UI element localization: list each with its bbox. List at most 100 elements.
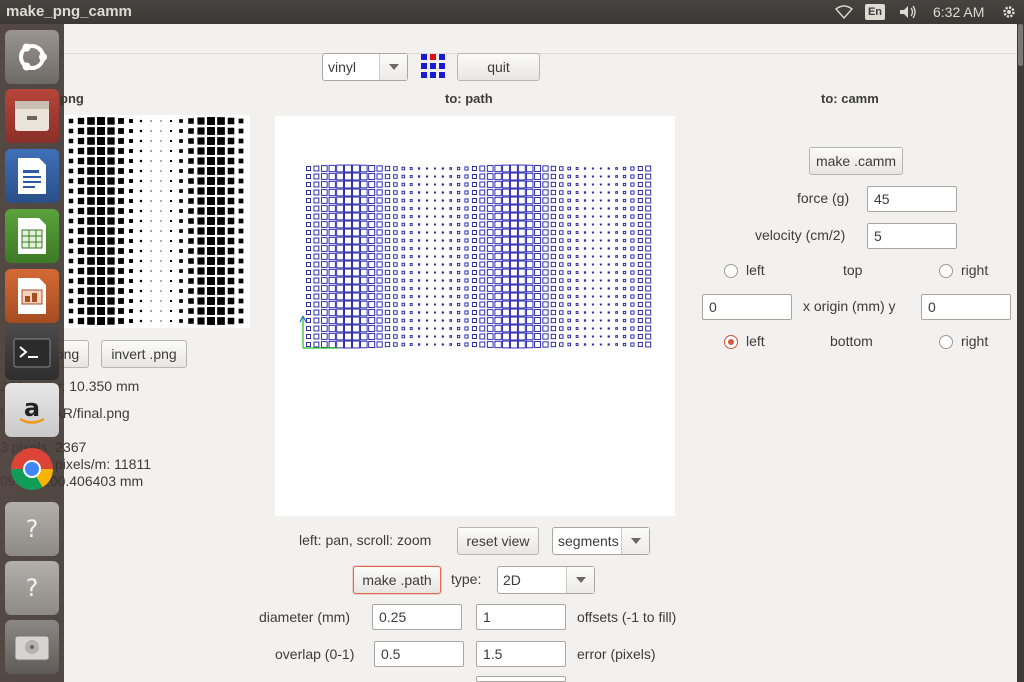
halftone-dot bbox=[179, 129, 183, 133]
halftone-dot bbox=[87, 147, 95, 155]
toolpath-segment bbox=[509, 340, 518, 349]
toolpath-segment bbox=[509, 324, 518, 333]
quit-button[interactable]: quit bbox=[457, 53, 540, 81]
origin-x-field[interactable]: 0 bbox=[702, 294, 792, 320]
toolpath-segment bbox=[409, 183, 413, 186]
toolpath-segment bbox=[486, 341, 494, 348]
help-icon[interactable]: ? bbox=[5, 502, 59, 556]
next-field[interactable] bbox=[476, 676, 566, 682]
wifi-icon[interactable] bbox=[833, 0, 855, 24]
toolpath-segment bbox=[393, 302, 398, 307]
invert-png-button[interactable]: invert .png bbox=[101, 340, 187, 368]
halftone-dot bbox=[169, 159, 173, 163]
calc-icon[interactable] bbox=[5, 209, 59, 263]
toolpath-segment bbox=[550, 205, 557, 212]
halftone-dot bbox=[188, 268, 194, 274]
origin-top-right-radio[interactable] bbox=[939, 264, 953, 278]
halftone-dot bbox=[87, 137, 95, 145]
volume-icon[interactable] bbox=[896, 0, 920, 24]
toolpath-segment bbox=[360, 212, 368, 221]
toolpath-segment bbox=[376, 165, 383, 172]
toolpath-segment bbox=[393, 190, 398, 195]
gear-icon[interactable] bbox=[1000, 0, 1018, 24]
amazon-icon[interactable]: a bbox=[5, 383, 59, 437]
toolpath-segment bbox=[417, 295, 421, 298]
halftone-dot bbox=[87, 267, 95, 275]
toolpath-segment bbox=[417, 287, 421, 290]
ubuntu-icon[interactable] bbox=[5, 30, 59, 84]
halftone-dot bbox=[107, 137, 115, 145]
path-view[interactable] bbox=[275, 116, 675, 516]
halftone-dot bbox=[139, 139, 143, 143]
halftone-dot bbox=[227, 227, 235, 235]
toolpath-segment bbox=[622, 182, 627, 187]
scrollbar-thumb[interactable] bbox=[1018, 24, 1023, 66]
velocity-field[interactable]: 5 bbox=[867, 223, 957, 249]
halftone-dot bbox=[227, 187, 235, 195]
toolpath-segment bbox=[321, 197, 328, 204]
toolpath-segment bbox=[328, 316, 336, 325]
origin-bottom-right-radio[interactable] bbox=[939, 335, 953, 349]
toolpath-segment bbox=[494, 284, 502, 293]
make-camm-button[interactable]: make .camm bbox=[809, 147, 903, 175]
keyboard-layout-indicator[interactable]: En bbox=[865, 4, 885, 20]
files-icon[interactable] bbox=[5, 89, 59, 143]
chrome-icon[interactable] bbox=[5, 442, 59, 496]
toolpath-segment bbox=[591, 287, 594, 290]
halftone-dot bbox=[139, 269, 143, 273]
halftone-dot bbox=[68, 318, 74, 324]
writer-icon[interactable] bbox=[5, 149, 59, 203]
material-select[interactable]: vinyl bbox=[322, 53, 408, 81]
toolpath-segment bbox=[328, 292, 336, 301]
toolpath-segment bbox=[494, 204, 502, 213]
halftone-dot bbox=[227, 247, 235, 255]
toolpath-segment bbox=[630, 262, 635, 267]
halftone-dot bbox=[160, 230, 162, 232]
view-mode-select[interactable]: segments bbox=[552, 527, 650, 555]
halftone-dot bbox=[217, 257, 225, 265]
origin-bottom-left-radio[interactable] bbox=[724, 335, 738, 349]
halftone-dot bbox=[227, 127, 235, 135]
impress-icon[interactable] bbox=[5, 269, 59, 323]
force-field[interactable]: 45 bbox=[867, 186, 957, 212]
toolpath-segment bbox=[401, 254, 406, 259]
offsets-field[interactable]: 1 bbox=[476, 604, 566, 630]
toolpath-segment bbox=[559, 198, 564, 203]
toolpath-segment bbox=[351, 324, 360, 333]
type-select[interactable]: 2D bbox=[497, 566, 595, 594]
toolpath-segment bbox=[637, 333, 643, 340]
toolpath-segment bbox=[456, 222, 461, 227]
toolpath-segment bbox=[471, 270, 477, 275]
toolpath-segment bbox=[630, 270, 635, 275]
toolpath-segment bbox=[464, 286, 469, 291]
toolpath-segment bbox=[645, 197, 652, 204]
halftone-dot bbox=[118, 318, 124, 324]
error-field[interactable]: 1.5 bbox=[476, 641, 566, 667]
toolpath-segment bbox=[417, 271, 421, 274]
halftone-dot bbox=[129, 259, 133, 263]
toolpath-segment bbox=[542, 285, 549, 292]
toolpath-segment bbox=[360, 300, 368, 309]
toolpath-segment bbox=[426, 295, 428, 298]
reset-view-button[interactable]: reset view bbox=[457, 527, 539, 555]
help-icon[interactable]: ? bbox=[5, 561, 59, 615]
toolpath-segment bbox=[622, 294, 627, 299]
halftone-dot bbox=[169, 279, 173, 283]
halftone-dot bbox=[139, 319, 143, 323]
origin-top-left-radio[interactable] bbox=[724, 264, 738, 278]
png-preview bbox=[64, 115, 250, 328]
clock[interactable]: 6:32 AM bbox=[933, 4, 984, 20]
make-path-button[interactable]: make .path bbox=[353, 566, 441, 594]
toolpath-segment bbox=[494, 324, 502, 333]
terminal-icon[interactable] bbox=[5, 326, 59, 380]
diameter-field[interactable]: 0.25 bbox=[372, 604, 462, 630]
toolpath-segment bbox=[321, 301, 328, 308]
toolpath-segment bbox=[306, 318, 311, 323]
halftone-dot bbox=[107, 287, 115, 295]
disk-icon[interactable] bbox=[5, 620, 59, 674]
toolpath-segment bbox=[417, 199, 421, 202]
toolpath-segment bbox=[509, 236, 518, 245]
origin-y-field[interactable]: 0 bbox=[921, 294, 1011, 320]
overlap-field[interactable]: 0.5 bbox=[374, 641, 464, 667]
toolpath-segment bbox=[575, 319, 579, 322]
